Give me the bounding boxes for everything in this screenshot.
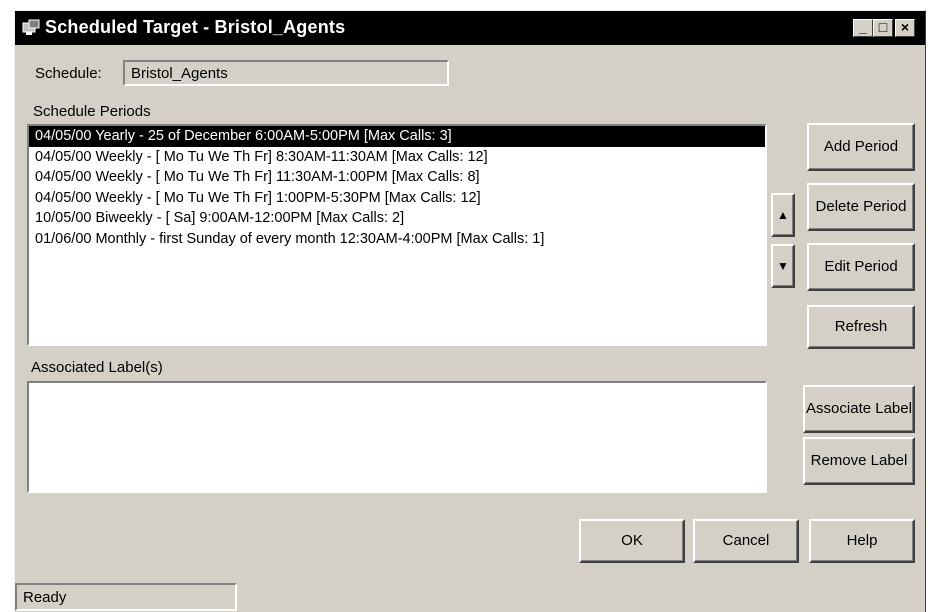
app-icon	[22, 19, 40, 35]
period-row[interactable]: 10/05/00 Biweekly - [ Sa] 9:00AM-12:00PM…	[29, 208, 765, 229]
schedule-periods-list[interactable]: 04/05/00 Yearly - 25 of December 6:00AM-…	[27, 124, 767, 346]
arrow-up-icon: ▲	[777, 208, 789, 222]
period-row[interactable]: 04/05/00 Weekly - [ Mo Tu We Th Fr] 8:30…	[29, 147, 765, 168]
maximize-icon: □	[878, 19, 888, 35]
edit-period-button[interactable]: Edit Period	[807, 243, 915, 291]
schedule-periods-label: Schedule Periods	[33, 103, 151, 120]
period-row[interactable]: 04/05/00 Yearly - 25 of December 6:00AM-…	[29, 126, 765, 147]
move-down-button[interactable]: ▼	[771, 244, 795, 288]
minimize-icon: _	[859, 19, 867, 35]
period-row[interactable]: 04/05/00 Weekly - [ Mo Tu We Th Fr] 1:00…	[29, 188, 765, 209]
schedule-field[interactable]: Bristol_Agents	[123, 60, 449, 86]
remove-label-button[interactable]: Remove Label	[803, 437, 915, 485]
refresh-button[interactable]: Refresh	[807, 305, 915, 349]
maximize-button[interactable]: □	[873, 19, 893, 37]
help-button[interactable]: Help	[809, 519, 915, 563]
associated-labels-list[interactable]	[27, 381, 767, 493]
period-row[interactable]: 01/06/00 Monthly - first Sunday of every…	[29, 229, 765, 250]
add-period-button[interactable]: Add Period	[807, 123, 915, 171]
associate-label-button[interactable]: Associate Label	[803, 385, 915, 433]
schedule-label: Schedule:	[35, 65, 102, 82]
title-bar[interactable]: Scheduled Target - Bristol_Agents _ □ ×	[15, 11, 925, 45]
ok-button[interactable]: OK	[579, 519, 685, 563]
period-row[interactable]: 04/05/00 Weekly - [ Mo Tu We Th Fr] 11:3…	[29, 167, 765, 188]
close-icon: ×	[900, 19, 910, 35]
arrow-down-icon: ▼	[777, 259, 789, 273]
move-up-button[interactable]: ▲	[771, 193, 795, 237]
status-bar: Ready	[15, 583, 237, 611]
minimize-button[interactable]: _	[853, 19, 873, 37]
delete-period-button[interactable]: Delete Period	[807, 183, 915, 231]
scheduled-target-window: Scheduled Target - Bristol_Agents _ □ × …	[14, 10, 926, 612]
status-text: Ready	[23, 589, 67, 606]
window-title: Scheduled Target - Bristol_Agents	[45, 17, 346, 37]
cancel-button[interactable]: Cancel	[693, 519, 799, 563]
close-button[interactable]: ×	[895, 19, 915, 37]
associated-labels-label: Associated Label(s)	[31, 359, 163, 376]
schedule-value: Bristol_Agents	[131, 65, 228, 82]
